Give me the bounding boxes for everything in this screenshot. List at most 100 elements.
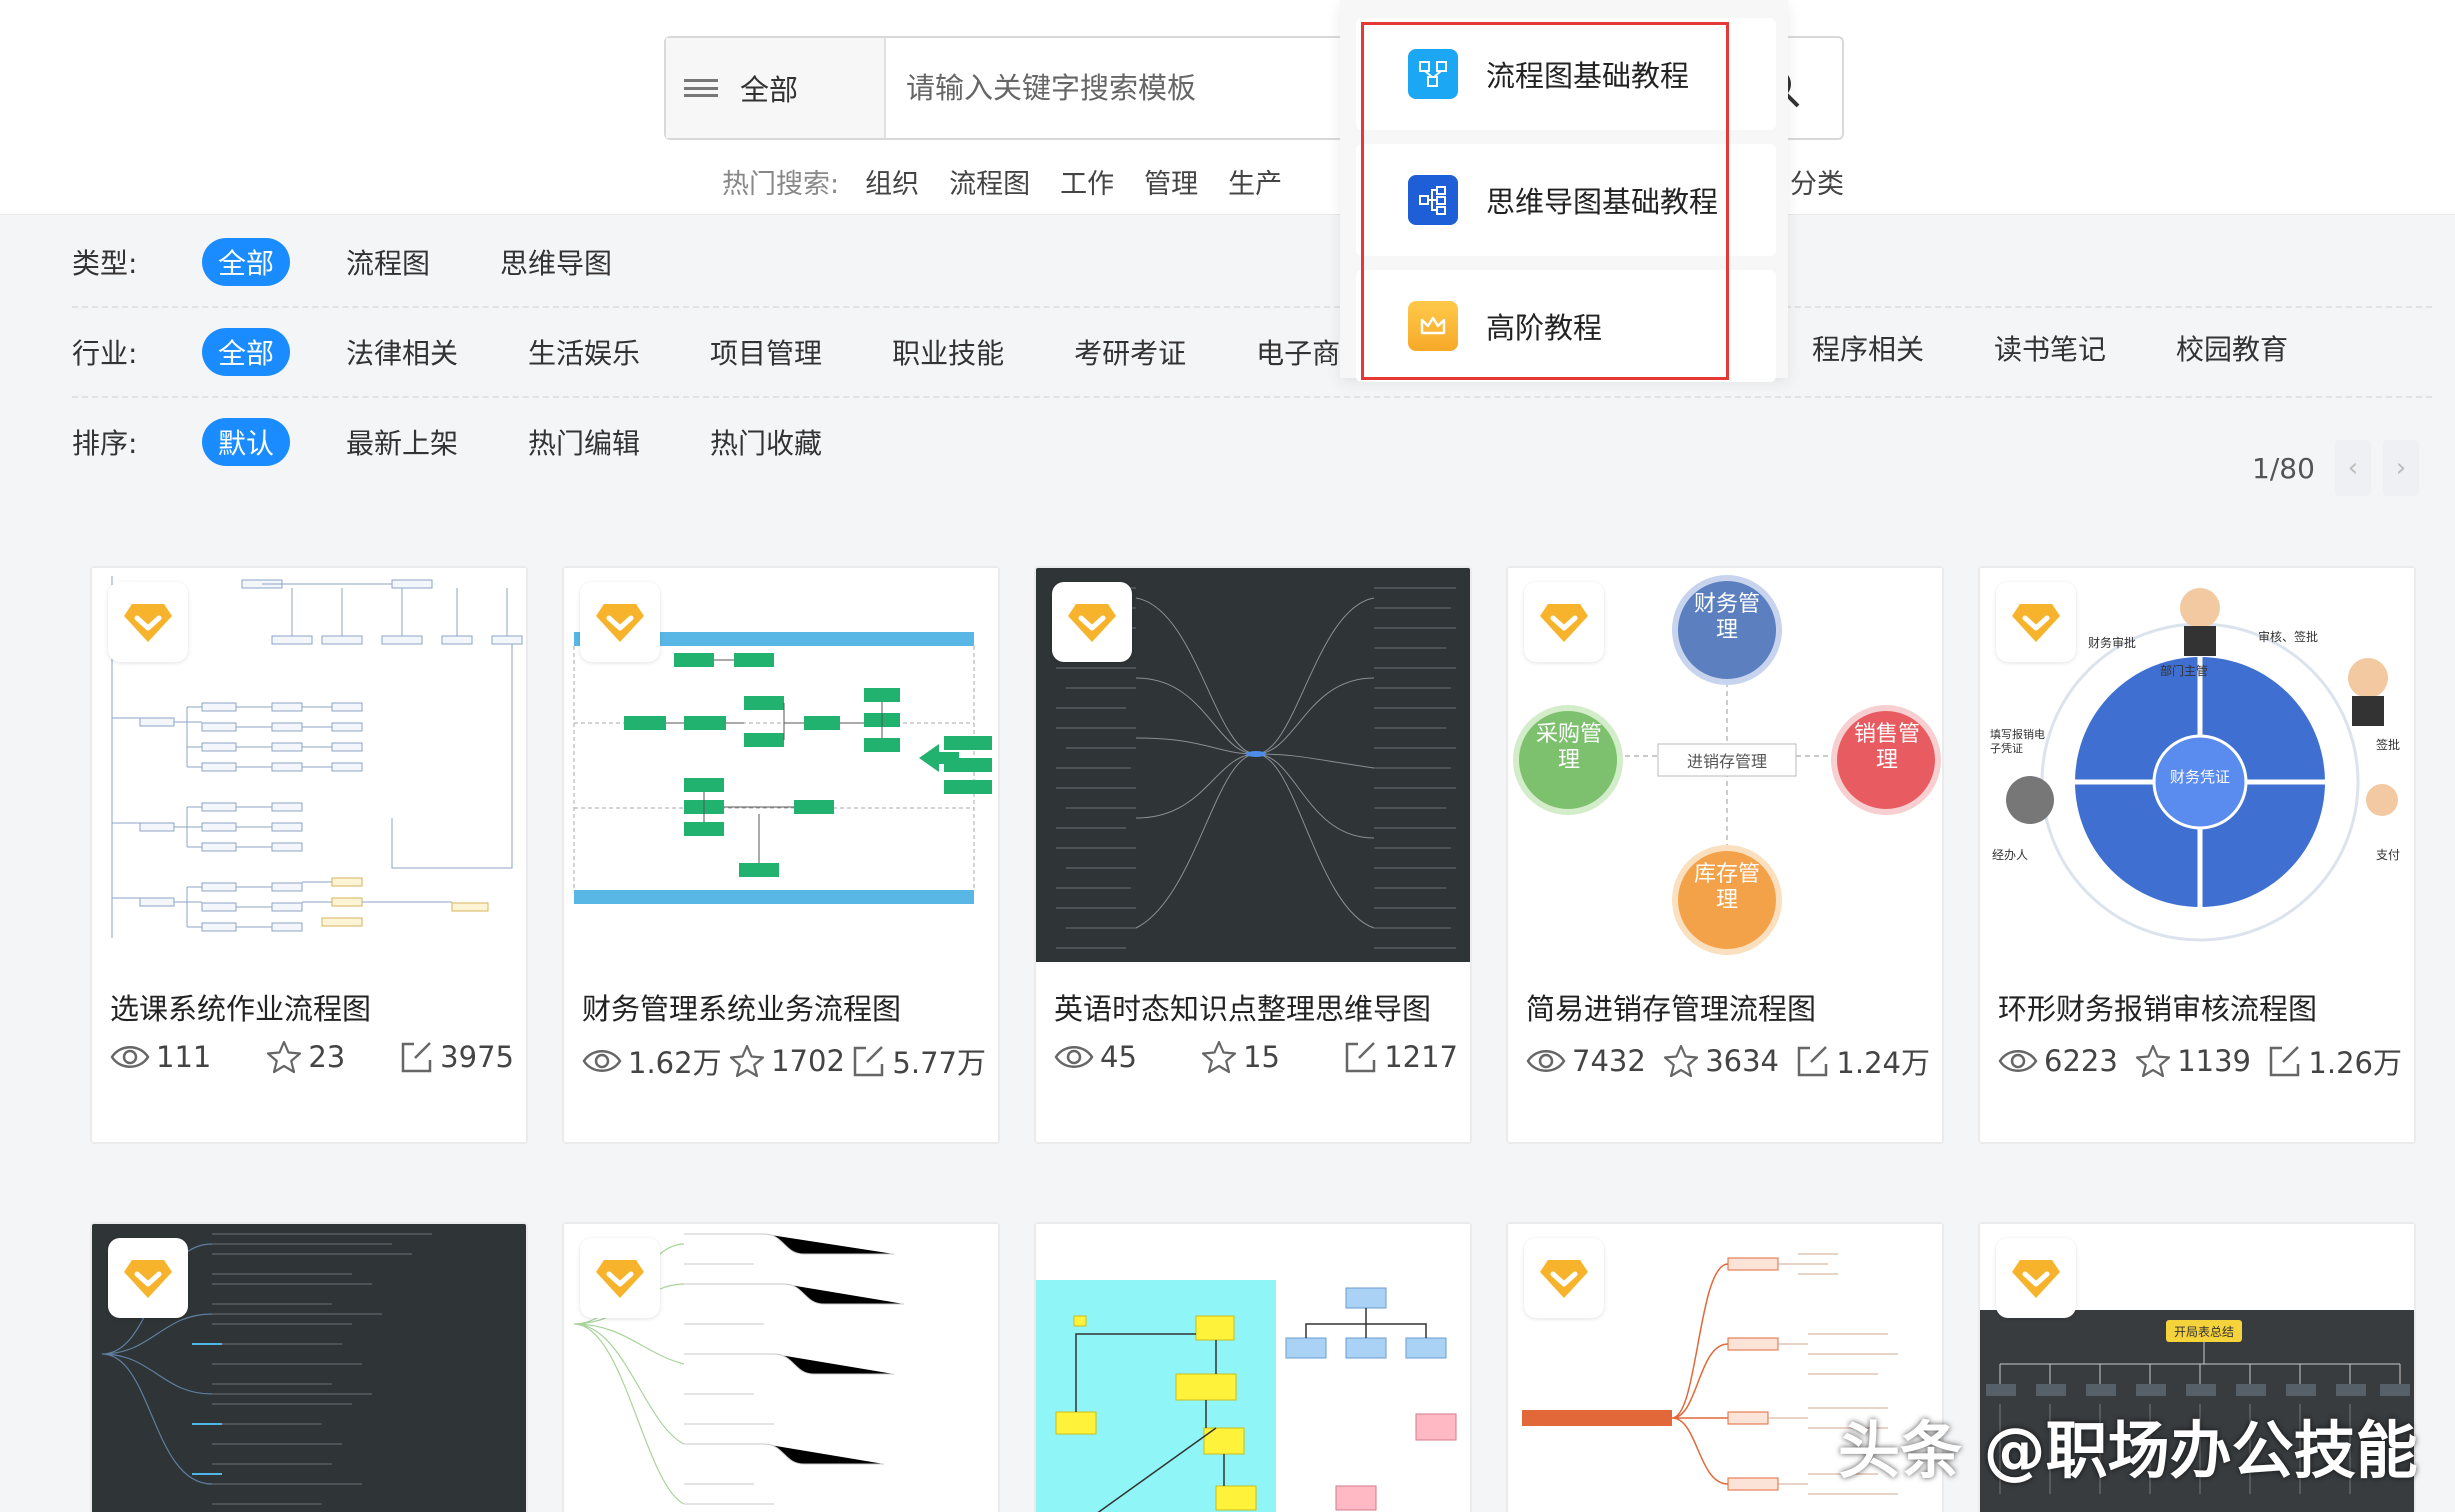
views-stat: 1.62万 — [582, 1040, 722, 1082]
next-page-button[interactable]: › — [2382, 440, 2419, 496]
template-card[interactable]: 财务管理系统业务流程图 1.62万 1702 5.77万 — [562, 566, 1000, 1144]
diamond-icon — [1068, 604, 1116, 642]
hot-search-item[interactable]: 管理 — [1144, 162, 1198, 201]
stock-node-label: 库存管理 — [1693, 862, 1760, 913]
center-node-label: 进销存管理 — [1686, 752, 1767, 771]
premium-badge — [1524, 582, 1604, 662]
edits-stat: 1217 — [1344, 1040, 1458, 1074]
edit-icon — [2270, 1046, 2300, 1077]
views-count: 111 — [156, 1040, 212, 1074]
sort-filter-row: 排序: 默认 最新上架 热门编辑 热门收藏 — [72, 418, 892, 466]
type-filter-all[interactable]: 全部 — [202, 238, 291, 286]
hot-search-item[interactable]: 组织 — [865, 162, 919, 201]
premium-badge — [1524, 1238, 1604, 1318]
industry-filter-option[interactable]: 职业技能 — [892, 332, 1004, 372]
category-select[interactable]: 全部 — [666, 38, 886, 138]
eye-icon — [110, 1046, 150, 1068]
dropdown-item-mindmap-tutorial[interactable]: 思维导图基础教程 — [1356, 144, 1776, 256]
diamond-icon — [596, 1260, 644, 1298]
flow-top-label: 开局表总结 — [2173, 1325, 2234, 1339]
sort-filter-option[interactable]: 热门编辑 — [528, 422, 640, 462]
industry-filter-option[interactable]: 校园教育 — [2176, 328, 2288, 368]
menu-icon — [684, 79, 718, 97]
template-card[interactable]: 财务凭证 部门主管 审核、签批 老板 签批 支付 经办人 填写报销电子凭证 财务… — [1978, 566, 2416, 1144]
sort-filter-default[interactable]: 默认 — [202, 418, 291, 466]
template-card[interactable] — [562, 1222, 1000, 1512]
industry-filter-option[interactable]: 法律相关 — [346, 332, 458, 372]
star-icon — [1664, 1044, 1699, 1078]
industry-filter-option[interactable]: 生活娱乐 — [528, 332, 640, 372]
industry-filter-all[interactable]: 全部 — [202, 328, 291, 376]
views-count: 6223 — [2044, 1044, 2118, 1078]
diamond-icon — [1540, 1260, 1588, 1298]
template-card[interactable] — [1034, 1222, 1472, 1512]
card-thumbnail — [1036, 1224, 1470, 1512]
dropdown-item-label: 高阶教程 — [1486, 311, 1603, 345]
chevron-left-icon: ‹ — [2347, 453, 2359, 483]
views-stat: 111 — [110, 1040, 211, 1074]
type-filter-option[interactable]: 思维导图 — [500, 242, 612, 282]
divider — [72, 306, 2432, 308]
industry-filter-row: 行业: 全部 法律相关 生活娱乐 项目管理 职业技能 考研考证 电子商 — [72, 328, 1410, 376]
template-card[interactable]: 选课系统作业流程图 111 23 3975 — [90, 566, 528, 1144]
template-card[interactable] — [90, 1222, 528, 1512]
card-title: 环形财务报销审核流程图 — [1998, 992, 2318, 1026]
card-title: 简易进销存管理流程图 — [1526, 992, 1817, 1026]
stars-count: 1702 — [771, 1044, 845, 1078]
stars-stat[interactable]: 23 — [266, 1040, 345, 1074]
edits-count: 3975 — [440, 1040, 514, 1074]
industry-filter-option[interactable]: 程序相关 — [1812, 328, 1924, 368]
industry-filter-option[interactable]: 考研考证 — [1074, 332, 1186, 372]
edits-count: 1217 — [1384, 1040, 1458, 1074]
stars-stat[interactable]: 1139 — [2135, 1044, 2251, 1078]
ring-label: 老板 — [2360, 710, 2385, 724]
hot-search-item[interactable]: 分类 — [1790, 162, 1844, 201]
star-icon — [2136, 1044, 2171, 1078]
card-stats: 45 15 1217 — [1054, 1040, 1458, 1074]
premium-badge — [108, 1238, 188, 1318]
stars-stat[interactable]: 3634 — [1663, 1044, 1779, 1078]
dropdown-item-label: 流程图基础教程 — [1486, 59, 1690, 93]
edits-count: 1.24万 — [1836, 1046, 1930, 1080]
premium-badge — [1052, 582, 1132, 662]
premium-badge — [580, 1238, 660, 1318]
industry-filter-row-right: 程序相关 读书笔记 校园教育 — [1812, 328, 2358, 368]
industry-filter-option[interactable]: 读书笔记 — [1994, 328, 2106, 368]
flowchart-icon — [1408, 49, 1458, 99]
stars-stat[interactable]: 15 — [1201, 1040, 1280, 1074]
ring-label: 经办人 — [1992, 848, 2029, 862]
hot-search-item[interactable]: 工作 — [1060, 162, 1114, 201]
edits-count: 1.26万 — [2308, 1046, 2402, 1080]
type-filter-option[interactable]: 流程图 — [346, 242, 430, 282]
star-icon — [729, 1044, 765, 1078]
diamond-icon — [2012, 1260, 2060, 1298]
premium-badge — [1996, 582, 2076, 662]
sort-filter-option[interactable]: 最新上架 — [346, 422, 458, 462]
finance-node-label: 财务管理 — [1693, 592, 1760, 643]
card-stats: 7432 3634 1.24万 — [1526, 1040, 1930, 1082]
sort-filter-option[interactable]: 热门收藏 — [710, 422, 822, 462]
card-thumbnail: 财务管理 采购管理 销售管理 库存管理 进销存管理 — [1508, 568, 1942, 962]
stars-stat[interactable]: 1702 — [729, 1044, 845, 1078]
dropdown-item-flowchart-tutorial[interactable]: 流程图基础教程 — [1356, 18, 1776, 130]
template-card[interactable]: 财务管理 采购管理 销售管理 库存管理 进销存管理 简易进销存管理流程图 743… — [1506, 566, 1944, 1144]
card-thumbnail — [92, 568, 526, 962]
edit-icon — [1345, 1042, 1376, 1073]
eye-icon — [1526, 1050, 1566, 1072]
card-thumbnail — [1036, 568, 1470, 962]
eye-icon — [582, 1050, 622, 1072]
card-stats: 111 23 3975 — [110, 1040, 514, 1074]
card-thumbnail — [564, 1224, 998, 1512]
hot-search-item[interactable]: 流程图 — [949, 162, 1030, 201]
prev-page-button[interactable]: ‹ — [2334, 440, 2371, 496]
stars-count: 23 — [308, 1040, 346, 1074]
hot-search-item[interactable]: 生产 — [1228, 162, 1282, 201]
template-card[interactable]: 英语时态知识点整理思维导图 45 15 1217 — [1034, 566, 1472, 1144]
eye-icon — [1998, 1050, 2038, 1072]
edits-stat: 5.77万 — [852, 1040, 986, 1082]
card-stats: 6223 1139 1.26万 — [1998, 1040, 2402, 1082]
dropdown-item-advanced-tutorial[interactable]: 高阶教程 — [1356, 270, 1776, 382]
edits-count: 5.77万 — [892, 1046, 986, 1080]
industry-filter-option[interactable]: 项目管理 — [710, 332, 822, 372]
industry-filter-option[interactable]: 电子商 — [1256, 332, 1340, 372]
